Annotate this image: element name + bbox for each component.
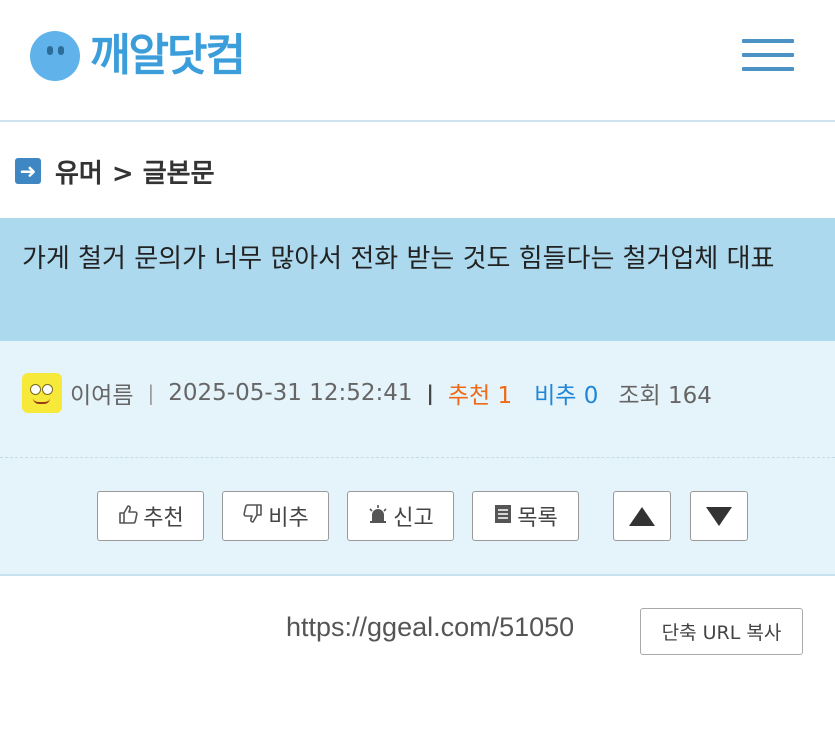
divider — [0, 457, 835, 458]
notrecommend-button[interactable]: 비추 — [222, 491, 329, 541]
scroll-up-button[interactable] — [613, 491, 671, 541]
post-meta: 이여름 | 2025-05-31 12:52:41 | 추천 1 비추 0 조회… — [22, 373, 712, 413]
notrecommend-button-label: 비추 — [268, 506, 309, 531]
smiley-face-icon — [30, 31, 80, 81]
recommend-button[interactable]: 추천 — [97, 491, 204, 541]
breadcrumb: ➜ 유머 > 글본문 — [0, 124, 835, 218]
recommend-button-label: 추천 — [143, 506, 184, 531]
report-button-label: 신고 — [393, 506, 434, 531]
siren-icon — [367, 503, 389, 530]
list-button[interactable]: 목록 — [472, 491, 579, 541]
arrow-right-icon: ➜ — [15, 158, 41, 184]
scroll-down-button[interactable] — [690, 491, 748, 541]
list-icon — [493, 503, 513, 530]
list-button-label: 목록 — [517, 506, 558, 531]
site-logo[interactable]: 깨알닷컴 — [30, 28, 246, 84]
thumbs-up-icon — [117, 503, 139, 530]
post-datetime: 2025-05-31 12:52:41 — [168, 380, 413, 406]
recommend-count: 1 — [497, 383, 513, 409]
separator: | — [147, 381, 155, 405]
triangle-down-icon — [706, 506, 732, 526]
post-title: 가게 철거 문의가 너무 많아서 전화 받는 것도 힘들다는 철거업체 대표 — [22, 244, 775, 274]
thumbs-down-icon — [242, 503, 264, 530]
author-name[interactable]: 이여름 — [70, 376, 133, 410]
notrecommend-count: 0 — [583, 383, 599, 409]
post-url[interactable]: https://ggeal.com/51050 — [286, 612, 574, 643]
views-stat: 조회 164 — [618, 383, 712, 409]
avatar[interactable] — [22, 373, 62, 413]
separator: | — [426, 381, 434, 405]
breadcrumb-text: 유머 > 글본문 — [55, 158, 215, 189]
recommend-stat: 추천 1 — [447, 383, 513, 409]
triangle-up-icon — [629, 506, 655, 526]
report-button[interactable]: 신고 — [347, 491, 454, 541]
copy-short-url-button[interactable]: 단축 URL 복사 — [640, 608, 803, 655]
hamburger-menu-icon[interactable] — [742, 39, 794, 71]
logo-text: 깨알닷컴 — [90, 30, 246, 81]
notrecommend-stat: 비추 0 — [534, 383, 599, 409]
post-title-box: 가게 철거 문의가 너무 많아서 전화 받는 것도 힘들다는 철거업체 대표 — [0, 218, 835, 341]
url-row: https://ggeal.com/51050 단축 URL 복사 — [0, 608, 835, 656]
site-header: 깨알닷컴 — [0, 0, 835, 122]
views-count: 164 — [668, 383, 712, 409]
post-info-box: 이여름 | 2025-05-31 12:52:41 | 추천 1 비추 0 조회… — [0, 341, 835, 576]
